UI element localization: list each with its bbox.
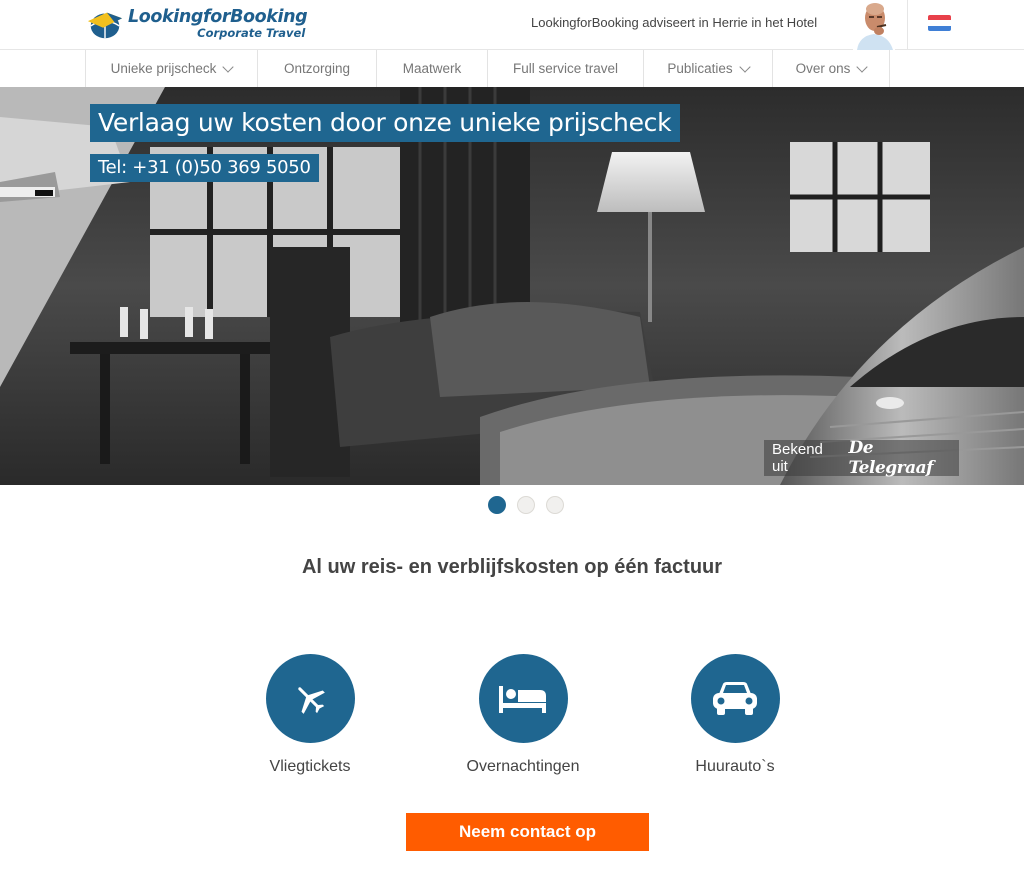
service-vliegtickets[interactable]: Vliegtickets bbox=[230, 654, 390, 776]
nav-item-label: Publicaties bbox=[667, 61, 733, 76]
plane-icon bbox=[298, 686, 325, 714]
nav-item-ontzorging[interactable]: Ontzorging bbox=[258, 50, 377, 87]
service-label: Vliegtickets bbox=[269, 758, 351, 775]
contact-button[interactable]: Neem contact op bbox=[406, 813, 649, 851]
carousel-dot-3[interactable] bbox=[546, 496, 564, 514]
logo-globe-icon bbox=[87, 12, 123, 39]
service-overnachtingen[interactable]: Overnachtingen bbox=[443, 654, 603, 776]
person-photo-icon[interactable] bbox=[853, 0, 895, 50]
telegraaf-logo: De Telegraaf bbox=[848, 438, 933, 478]
language-divider bbox=[907, 0, 908, 50]
logo-title: LookingforBooking bbox=[128, 6, 308, 27]
logo-subtitle: Corporate Travel bbox=[197, 26, 306, 40]
nav-item-maatwerk[interactable]: Maatwerk bbox=[377, 50, 488, 87]
nav-item-full-service-travel[interactable]: Full service travel bbox=[488, 50, 644, 87]
nav-item-label: Over ons bbox=[795, 61, 851, 76]
top-header: LookingforBooking Corporate Travel Looki… bbox=[0, 0, 1024, 50]
service-label: Overnachtingen bbox=[466, 758, 580, 775]
press-badge: Bekend uit De Telegraaf bbox=[764, 438, 959, 478]
service-icon-circle bbox=[265, 654, 355, 743]
hero-title: Verlaag uw kosten door onze unieke prijs… bbox=[90, 104, 681, 142]
carousel-dot-2[interactable] bbox=[517, 496, 535, 514]
bed-icon bbox=[499, 685, 546, 713]
main-nav: Unieke prijscheck Ontzorging Maatwerk Fu… bbox=[0, 50, 1024, 87]
nav-item-label: Unieke prijscheck bbox=[110, 61, 217, 76]
tagline: Al uw reis- en verblijfskosten op één fa… bbox=[301, 556, 723, 578]
press-label: Bekend uit bbox=[772, 441, 823, 475]
service-label: Huurauto`s bbox=[695, 758, 775, 775]
hero-hotel-room-image bbox=[0, 87, 1024, 485]
carousel-dot-1[interactable] bbox=[488, 496, 506, 514]
tv-appearance-link[interactable]: LookingforBooking adviseert in Herrie in… bbox=[531, 15, 817, 30]
nav-item-label: Full service travel bbox=[512, 61, 619, 76]
chevron-down-icon bbox=[738, 60, 751, 73]
hero-phone[interactable]: Tel: +31 (0)50 369 5050 bbox=[90, 154, 319, 182]
logo[interactable]: LookingforBooking Corporate Travel bbox=[86, 4, 308, 44]
service-icon-circle bbox=[478, 654, 568, 743]
service-icon-circle bbox=[690, 654, 780, 743]
nav-item-label: Ontzorging bbox=[283, 61, 351, 76]
nav-item-label: Maatwerk bbox=[402, 61, 462, 76]
nav-item-unieke-prijscheck[interactable]: Unieke prijscheck bbox=[86, 50, 258, 87]
hero-slider[interactable]: Verlaag uw kosten door onze unieke prijs… bbox=[0, 87, 1024, 485]
carousel-indicators bbox=[488, 496, 564, 514]
service-huurautos[interactable]: Huurauto`s bbox=[655, 654, 815, 776]
chevron-down-icon bbox=[222, 60, 235, 73]
netherlands-flag-icon[interactable] bbox=[928, 15, 951, 31]
chevron-down-icon bbox=[856, 60, 869, 73]
car-icon bbox=[713, 681, 757, 715]
nav-item-publicaties[interactable]: Publicaties bbox=[644, 50, 773, 87]
nav-item-over-ons[interactable]: Over ons bbox=[773, 50, 890, 87]
